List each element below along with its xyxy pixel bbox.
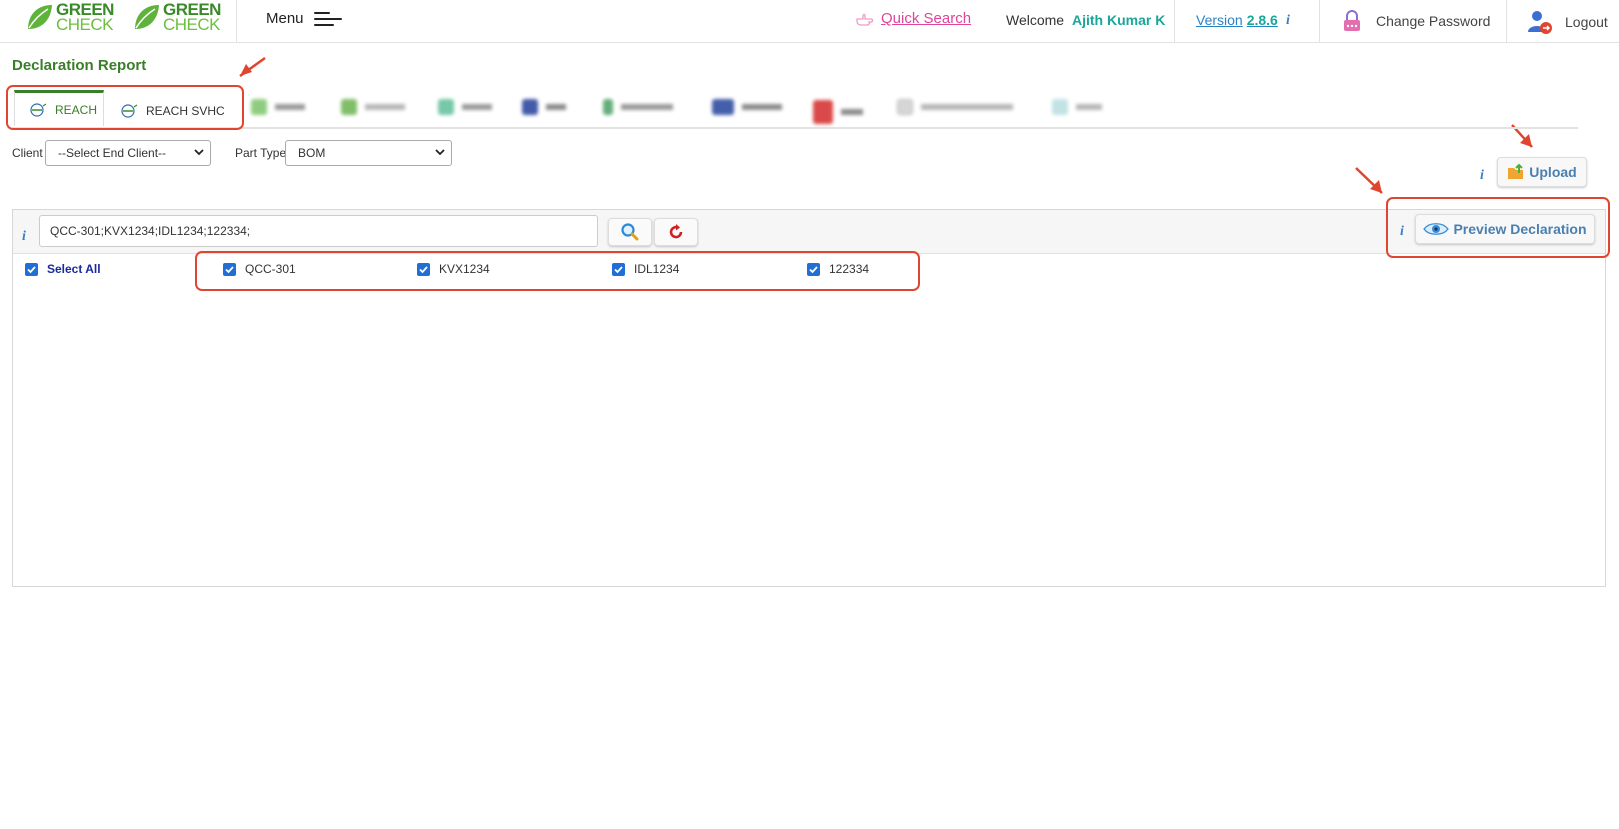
- blurred-tab[interactable]: [897, 96, 1013, 118]
- upload-folder-icon: [1508, 164, 1524, 179]
- part-type-label: Part Type: [235, 146, 287, 160]
- blurred-tab[interactable]: [522, 96, 566, 118]
- blurred-tab[interactable]: [712, 96, 782, 118]
- part-search-input[interactable]: QCC-301;KVX1234;IDL1234;122334;: [39, 215, 598, 247]
- refresh-icon: [669, 224, 683, 239]
- part-search-value: QCC-301;KVX1234;IDL1234;122334;: [50, 224, 251, 238]
- annotation-box-parts: [195, 251, 920, 291]
- upload-info-icon[interactable]: i: [1480, 168, 1484, 184]
- search-icon: [621, 223, 639, 241]
- select-all-checkbox[interactable]: Select All: [25, 262, 101, 276]
- upload-label: Upload: [1529, 164, 1577, 180]
- search-button[interactable]: [608, 218, 652, 246]
- part-type-select[interactable]: BOM: [285, 140, 452, 166]
- blurred-tab[interactable]: [341, 96, 405, 118]
- upload-button[interactable]: Upload: [1497, 157, 1587, 187]
- select-all-label: Select All: [47, 262, 101, 276]
- blurred-tab[interactable]: [813, 98, 863, 126]
- blurred-tab[interactable]: [603, 96, 673, 118]
- annotation-box-tabs: [6, 85, 244, 130]
- part-type-select-value: BOM: [298, 146, 326, 160]
- tabs-divider: [12, 127, 1578, 129]
- blurred-tab[interactable]: [1052, 96, 1102, 118]
- checkbox-checked-icon: [25, 262, 38, 276]
- client-label: Client: [12, 146, 43, 160]
- search-info-icon[interactable]: i: [22, 229, 26, 245]
- blurred-tab[interactable]: [251, 96, 305, 118]
- chevron-down-icon: [435, 149, 445, 156]
- client-select[interactable]: --Select End Client--: [45, 140, 211, 166]
- reset-button[interactable]: [654, 218, 698, 246]
- blurred-tab[interactable]: [438, 96, 492, 118]
- client-select-value: --Select End Client--: [58, 146, 167, 160]
- annotation-box-preview: [1386, 197, 1610, 258]
- chevron-down-icon: [194, 149, 204, 156]
